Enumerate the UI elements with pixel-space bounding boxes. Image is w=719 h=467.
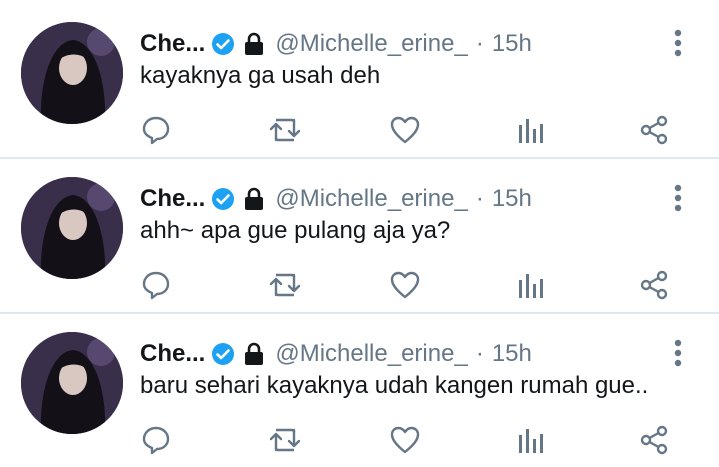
- avatar[interactable]: [21, 177, 123, 279]
- heart-icon[interactable]: [385, 265, 425, 305]
- divider: [0, 312, 719, 314]
- display-name[interactable]: Che...: [140, 30, 205, 58]
- share-icon[interactable]: [634, 420, 674, 460]
- reply-icon[interactable]: [136, 110, 176, 150]
- tweet-text: baru sehari kayaknya udah kangen rumah g…: [140, 372, 649, 399]
- lock-icon: [243, 187, 265, 211]
- verified-badge-icon: [211, 187, 235, 211]
- more-vertical-icon[interactable]: [666, 28, 690, 58]
- retweet-icon[interactable]: [265, 110, 305, 150]
- share-icon[interactable]: [634, 110, 674, 150]
- display-name[interactable]: Che...: [140, 185, 205, 213]
- divider: [0, 157, 719, 159]
- verified-badge-icon: [211, 32, 235, 56]
- tweet-header: Che... @Michelle_erine_ · 15h: [140, 183, 532, 215]
- user-handle[interactable]: @Michelle_erine_: [275, 30, 467, 58]
- user-handle[interactable]: @Michelle_erine_: [275, 340, 467, 368]
- separator-dot: ·: [475, 340, 484, 367]
- tweet-header: Che... @Michelle_erine_ · 15h: [140, 28, 532, 60]
- timestamp[interactable]: 15h: [492, 340, 532, 368]
- user-handle[interactable]: @Michelle_erine_: [275, 185, 467, 213]
- avatar[interactable]: [21, 332, 123, 434]
- more-vertical-icon[interactable]: [666, 183, 690, 213]
- share-icon[interactable]: [634, 265, 674, 305]
- tweet-header: Che... @Michelle_erine_ · 15h: [140, 338, 532, 370]
- tweet[interactable]: Che... @Michelle_erine_ · 15h baru sehar…: [0, 312, 719, 467]
- separator-dot: ·: [475, 30, 484, 57]
- timestamp[interactable]: 15h: [492, 185, 532, 213]
- verified-badge-icon: [211, 342, 235, 366]
- separator-dot: ·: [475, 185, 484, 212]
- avatar[interactable]: [21, 22, 123, 124]
- heart-icon[interactable]: [385, 110, 425, 150]
- reply-icon[interactable]: [136, 420, 176, 460]
- tweet[interactable]: Che... @Michelle_erine_ · 15h kayaknya g…: [0, 2, 719, 157]
- heart-icon[interactable]: [385, 420, 425, 460]
- analytics-icon[interactable]: [510, 420, 550, 460]
- retweet-icon[interactable]: [265, 420, 305, 460]
- tweet-actions: [0, 110, 719, 150]
- tweet-text: ahh~ apa gue pulang aja ya?: [140, 217, 451, 244]
- reply-icon[interactable]: [136, 265, 176, 305]
- timeline: Che... @Michelle_erine_ · 15h kayaknya g…: [0, 0, 719, 459]
- retweet-icon[interactable]: [265, 265, 305, 305]
- tweet-actions: [0, 420, 719, 460]
- more-vertical-icon[interactable]: [666, 338, 690, 368]
- display-name[interactable]: Che...: [140, 340, 205, 368]
- analytics-icon[interactable]: [510, 265, 550, 305]
- tweet-actions: [0, 265, 719, 305]
- tweet[interactable]: Che... @Michelle_erine_ · 15h ahh~ apa g…: [0, 157, 719, 312]
- lock-icon: [243, 342, 265, 366]
- timestamp[interactable]: 15h: [492, 30, 532, 58]
- tweet-text: kayaknya ga usah deh: [140, 62, 381, 89]
- analytics-icon[interactable]: [510, 110, 550, 150]
- lock-icon: [243, 32, 265, 56]
